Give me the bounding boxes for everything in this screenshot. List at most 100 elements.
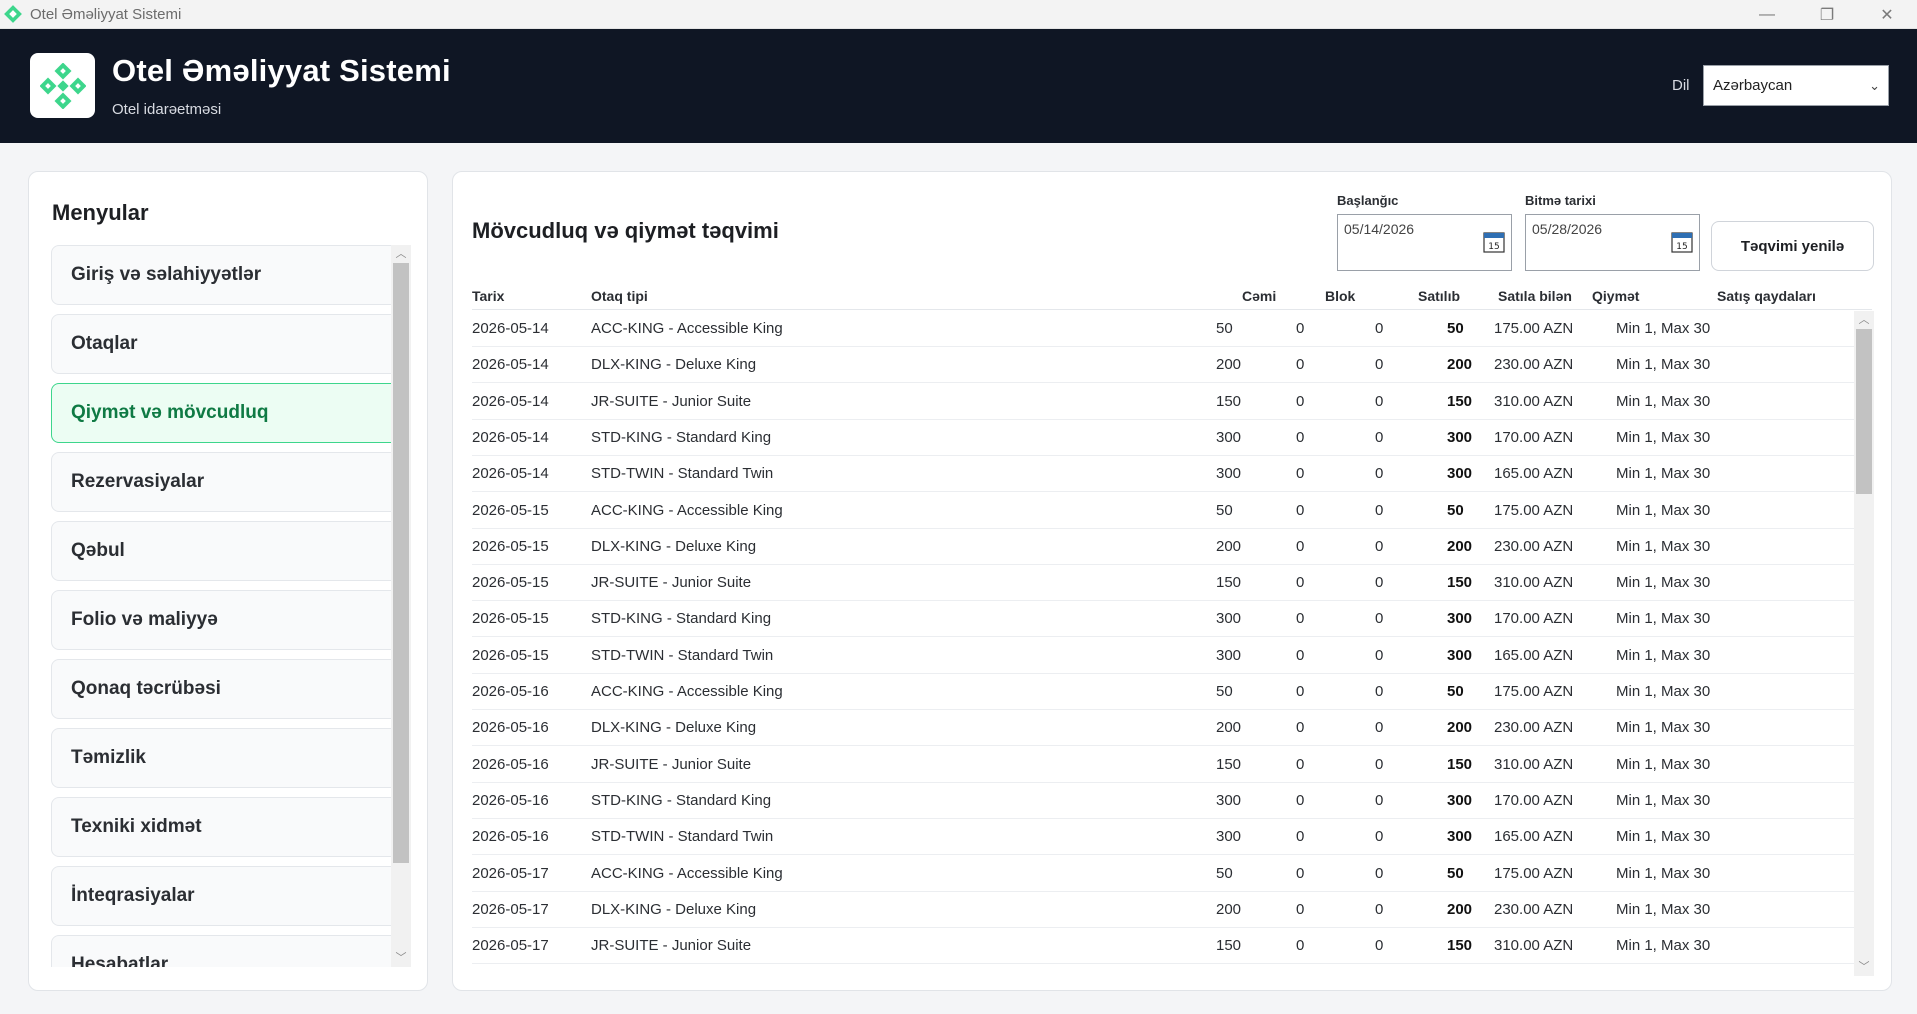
column-header-block[interactable]: Blok <box>1325 288 1355 304</box>
sidebar-menu-item[interactable]: Texniki xidmət <box>51 797 411 857</box>
cell-sold: 0 <box>1375 719 1384 737</box>
scroll-down-icon[interactable]: ﹀ <box>391 949 411 967</box>
cell-available: 50 <box>1447 864 1464 882</box>
column-header-room-type[interactable]: Otaq tipi <box>591 288 648 304</box>
scroll-up-icon[interactable]: ︿ <box>1854 311 1874 329</box>
cell-price: 310.00 AZN <box>1494 755 1574 773</box>
cell-room-type: JR-SUITE - Junior Suite <box>591 574 752 592</box>
scroll-up-icon[interactable]: ︿ <box>391 245 411 263</box>
sidebar-menu-item[interactable]: Qonaq təcrübəsi <box>51 659 411 719</box>
restore-button[interactable]: ❐ <box>1797 0 1857 29</box>
cell-sold: 0 <box>1375 356 1384 374</box>
table-row[interactable]: 2026-05-14 DLX-KING - Deluxe King 200 0 0 200… <box>472 347 1854 384</box>
scroll-down-icon[interactable]: ﹀ <box>1854 958 1874 976</box>
column-header-sales-rules[interactable]: Satış qaydaları <box>1717 288 1816 304</box>
sidebar-menu-item[interactable]: Təmizlik <box>51 728 411 788</box>
cell-date: 2026-05-17 <box>472 900 549 918</box>
table-row[interactable]: 2026-05-17 JR-SUITE - Junior Suite 150 0 0 15… <box>472 928 1854 965</box>
table-row[interactable]: 2026-05-15 JR-SUITE - Junior Suite 150 0 0 15… <box>472 565 1854 602</box>
cell-available: 50 <box>1447 320 1464 337</box>
sidebar-menu-item[interactable]: Giriş və səlahiyyətlər <box>51 245 411 305</box>
cell-total: 50 <box>1216 501 1233 519</box>
sidebar-scrollbar[interactable]: ︿ ﹀ <box>391 245 411 967</box>
cell-available: 300 <box>1447 465 1473 483</box>
sidebar-menu-item[interactable]: Qiymət və mövcudluq <box>51 383 411 443</box>
close-button[interactable]: ✕ <box>1857 0 1917 29</box>
cell-sales-rules: Min 1, Max 30 <box>1616 537 1711 555</box>
cell-block: 0 <box>1296 828 1305 846</box>
table-row[interactable]: 2026-05-17 DLX-KING - Deluxe King 200 0 0 200… <box>472 892 1854 928</box>
cell-price: 230.00 AZN <box>1494 356 1574 374</box>
cell-room-type: DLX-KING - Deluxe King <box>591 356 757 374</box>
table-row[interactable]: 2026-05-14 STD-KING - Standard King 300 0 0 3… <box>472 420 1854 456</box>
minimize-button[interactable]: — <box>1737 0 1797 29</box>
table-scrollbar[interactable]: ︿ ﹀ <box>1854 311 1874 976</box>
table-row[interactable]: 2026-05-16 ACC-KING - Accessible King 50 0 0… <box>472 674 1854 710</box>
table-scroll-thumb[interactable] <box>1856 329 1872 494</box>
sidebar-menu-item[interactable]: İnteqrasiyalar <box>51 866 411 926</box>
table-row[interactable]: 2026-05-15 ACC-KING - Accessible King 50 0 0… <box>472 493 1854 529</box>
column-header-date[interactable]: Tarix <box>472 288 504 304</box>
cell-block: 0 <box>1296 864 1305 882</box>
cell-sales-rules: Min 1, Max 30 <box>1616 864 1711 882</box>
table-row[interactable]: 2026-05-15 STD-TWIN - Standard Twin 300 0 0 3… <box>472 638 1854 674</box>
cell-room-type: JR-SUITE - Junior Suite <box>591 937 752 955</box>
cell-price: 175.00 AZN <box>1494 683 1574 700</box>
table-row[interactable]: 2026-05-16 STD-TWIN - Standard Twin 300 0 0 3… <box>472 819 1854 856</box>
table-row[interactable]: 2026-05-17 ACC-KING - Accessible King 50 0 0… <box>472 856 1854 892</box>
cell-date: 2026-05-15 <box>472 646 549 664</box>
cell-room-type: STD-TWIN - Standard Twin <box>591 828 774 846</box>
sidebar-menu-item[interactable]: Hesabatlar <box>51 935 411 967</box>
sidebar-menu-item[interactable]: Qəbul <box>51 521 411 581</box>
sidebar-scroll-thumb[interactable] <box>393 263 409 863</box>
column-header-total[interactable]: Cəmi <box>1242 288 1276 304</box>
window-controls: — ❐ ✕ <box>1737 0 1917 29</box>
cell-total: 50 <box>1216 320 1233 337</box>
cell-room-type: ACC-KING - Accessible King <box>591 683 783 700</box>
sidebar-menu-item[interactable]: Otaqlar <box>51 314 411 374</box>
cell-available: 200 <box>1447 356 1473 374</box>
cell-room-type: DLX-KING - Deluxe King <box>591 900 757 918</box>
column-header-price[interactable]: Qiymət <box>1592 288 1639 304</box>
language-select[interactable]: Azərbaycan ⌄ <box>1703 65 1889 106</box>
table-row[interactable]: 2026-05-16 DLX-KING - Deluxe King 200 0 0 200… <box>472 710 1854 747</box>
cell-available: 300 <box>1447 791 1473 809</box>
table-row[interactable]: 2026-05-16 JR-SUITE - Junior Suite 150 0 0 15… <box>472 747 1854 783</box>
cell-price: 170.00 AZN <box>1494 428 1574 446</box>
cell-room-type: ACC-KING - Accessible King <box>591 501 783 519</box>
cell-date: 2026-05-15 <box>472 574 549 592</box>
calendar-icon[interactable]: 15 <box>1671 231 1693 253</box>
cell-room-type: JR-SUITE - Junior Suite <box>591 755 752 773</box>
app-logo <box>30 53 95 118</box>
cell-block: 0 <box>1296 465 1305 483</box>
table-row[interactable]: 2026-05-14 ACC-KING - Accessible King 50 0 0… <box>472 311 1854 347</box>
cell-block: 0 <box>1296 791 1305 809</box>
cell-price: 310.00 AZN <box>1494 392 1574 410</box>
table-row[interactable]: 2026-05-14 JR-SUITE - Junior Suite 150 0 0 15… <box>472 384 1854 420</box>
cell-sales-rules: Min 1, Max 30 <box>1616 501 1711 519</box>
sidebar-menu-item[interactable]: Folio və maliyyə <box>51 590 411 650</box>
sidebar-menu-item[interactable]: Rezervasiyalar <box>51 452 411 512</box>
table-row[interactable]: 2026-05-15 DLX-KING - Deluxe King 200 0 0 200… <box>472 529 1854 565</box>
calendar-icon[interactable]: 15 <box>1483 231 1505 253</box>
cell-block: 0 <box>1296 392 1305 410</box>
sidebar-menu[interactable]: Giriş və səlahiyyətlər Otaqlar Qiymət və m… <box>51 245 413 967</box>
end-date-input[interactable]: 05/28/2026 15 <box>1525 214 1700 271</box>
cell-total: 200 <box>1216 719 1242 737</box>
availability-table[interactable]: 2026-05-14 ACC-KING - Accessible King 50 0 0… <box>472 311 1854 971</box>
cell-sold: 0 <box>1375 610 1384 628</box>
app-header: Otel Əməliyyat Sistemi Otel idarəetməsi … <box>0 29 1917 143</box>
start-date-input[interactable]: 05/14/2026 15 <box>1337 214 1512 271</box>
column-header-sold[interactable]: Satılıb <box>1418 288 1460 304</box>
cell-date: 2026-05-14 <box>472 465 549 483</box>
cell-sold: 0 <box>1375 428 1384 446</box>
refresh-calendar-button[interactable]: Təqvimi yenilə <box>1711 221 1874 271</box>
cell-date: 2026-05-14 <box>472 428 549 446</box>
column-header-available[interactable]: Satıla bilən <box>1498 288 1572 304</box>
cell-total: 200 <box>1216 900 1242 918</box>
cell-sold: 0 <box>1375 864 1384 882</box>
table-row[interactable]: 2026-05-15 STD-KING - Standard King 300 0 0 3… <box>472 601 1854 638</box>
cell-sold: 0 <box>1375 683 1384 700</box>
table-row[interactable]: 2026-05-16 STD-KING - Standard King 300 0 0 3… <box>472 783 1854 819</box>
table-row[interactable]: 2026-05-14 STD-TWIN - Standard Twin 300 0 0 3… <box>472 456 1854 493</box>
